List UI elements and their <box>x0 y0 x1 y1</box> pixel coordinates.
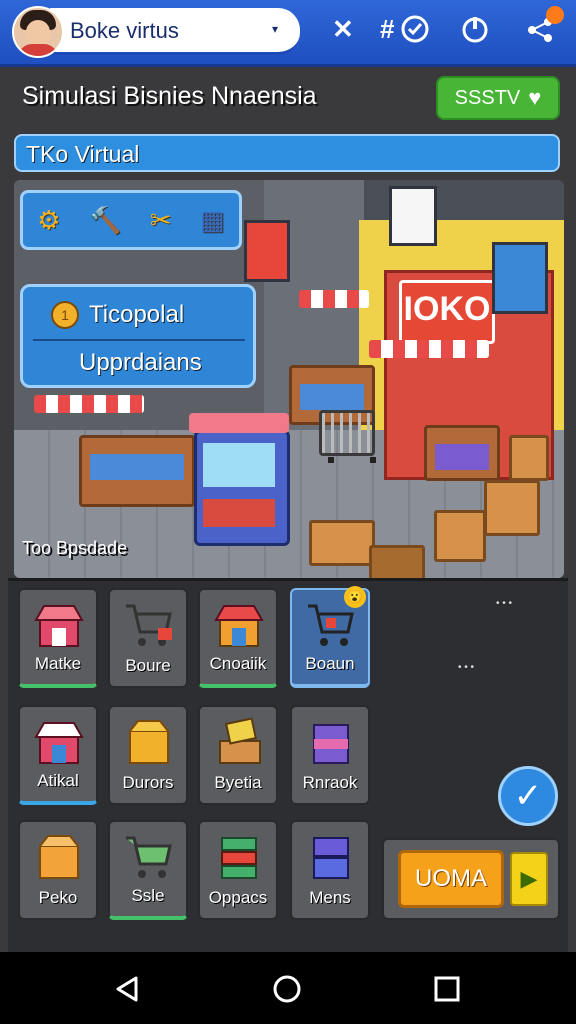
divider <box>33 339 245 341</box>
inventory-tile[interactable]: Atikal <box>18 705 98 805</box>
inventory-tile[interactable]: Boure <box>108 588 188 688</box>
inventory-tile[interactable]: Durors <box>108 705 188 805</box>
counter[interactable] <box>79 435 195 507</box>
clock-check-icon[interactable] <box>400 14 430 44</box>
sparkle-dots: • • • <box>458 662 475 673</box>
crate[interactable] <box>369 545 425 578</box>
poster <box>389 186 437 246</box>
crate[interactable] <box>309 520 375 566</box>
shop-name-bar[interactable]: TKo Virtual <box>14 134 560 172</box>
menu-item-label: Ticopolal <box>89 301 185 328</box>
poster <box>244 220 290 282</box>
calculator-icon[interactable]: ▦ <box>200 205 225 236</box>
scene-caption: Too Bpsdade <box>22 538 128 558</box>
stacked-boxes-icon <box>221 837 257 879</box>
tools-panel: ⚙ 🔨 ✂ ▦ <box>20 190 242 250</box>
top-bar: Boke virtus ▾ ✕ # <box>0 0 576 67</box>
tile-label: Cnoaiik <box>209 654 267 673</box>
tile-label: Durors <box>122 773 174 792</box>
inventory-tile[interactable]: Ssle <box>108 820 188 920</box>
shop-name: TKo Virtual <box>26 141 140 167</box>
menu-item-1[interactable]: 1 Ticopolal <box>23 293 253 337</box>
status-button[interactable]: SSSTV ♥ <box>436 76 560 120</box>
power-icon[interactable] <box>460 14 490 44</box>
shop-icon <box>214 605 264 647</box>
profile-name: Boke virtus <box>70 18 179 43</box>
stacked-boxes-icon <box>313 837 349 879</box>
hash-icon[interactable]: # <box>380 14 394 45</box>
surprised-badge-icon: 😮 <box>344 586 366 608</box>
counter[interactable] <box>424 425 500 481</box>
tile-label: Oppacs <box>208 888 268 907</box>
awning <box>34 395 144 413</box>
profile-name-pill[interactable]: Boke virtus ▾ <box>50 8 300 55</box>
shop-icon <box>34 722 84 764</box>
display-rack <box>492 242 548 314</box>
tile-label: Peko <box>38 888 78 907</box>
notification-dot <box>546 6 564 24</box>
crate[interactable] <box>484 480 540 536</box>
close-icon[interactable]: ✕ <box>332 14 354 45</box>
awning <box>299 290 369 308</box>
crate-icon <box>313 724 349 764</box>
chevron-down-icon[interactable]: ▾ <box>272 22 278 36</box>
tile-label: Rnraok <box>302 773 358 792</box>
tile-label: Ssle <box>131 886 165 905</box>
inventory-tile[interactable]: Matke <box>18 588 98 688</box>
scissors-icon[interactable]: ✂ <box>150 205 172 236</box>
tile-label: Byetia <box>214 773 262 792</box>
cart-icon <box>308 604 354 646</box>
tile-label: Matke <box>34 654 82 673</box>
confirm-button[interactable]: ✓ <box>498 766 558 826</box>
crate[interactable] <box>509 435 549 481</box>
status-label: SSSTV <box>454 86 521 109</box>
menu-item-2[interactable]: Upprdaians <box>79 349 202 377</box>
menu-panel: 1 Ticopolal Upprdaians <box>20 284 256 388</box>
page-title: Simulasi Bisnies Nnaensia <box>22 82 317 110</box>
inventory-tile[interactable]: Rnraok <box>290 705 370 805</box>
awning <box>369 340 489 358</box>
shop-icon <box>34 605 84 647</box>
avatar[interactable] <box>12 6 64 58</box>
heart-icon: ♥ <box>528 85 542 110</box>
play-icon[interactable]: ▶ <box>510 852 548 906</box>
box-icon <box>129 720 169 764</box>
inventory-tile[interactable]: Byetia <box>198 705 278 805</box>
inventory-tile[interactable]: Peko <box>18 820 98 920</box>
tile-label: Atikal <box>37 771 79 790</box>
box-icon <box>39 835 79 879</box>
register-icon <box>219 717 261 764</box>
action-panel: UOMA ▶ <box>382 838 560 920</box>
home-icon[interactable] <box>272 974 302 1004</box>
sparkle-dots: • • • <box>496 598 513 609</box>
inventory-tile[interactable]: Oppacs <box>198 820 278 920</box>
tile-label: Boaun <box>305 654 355 673</box>
cart-icon <box>126 604 172 646</box>
crate[interactable] <box>434 510 486 562</box>
inventory-tile[interactable]: Mens <box>290 820 370 920</box>
cart-icon <box>126 836 172 878</box>
back-icon[interactable] <box>112 974 142 1004</box>
action-button[interactable]: UOMA <box>398 850 504 908</box>
gear-icon[interactable]: ⚙ <box>37 205 60 236</box>
shop-sign: IOKO <box>399 280 495 344</box>
tile-label: Mens <box>309 888 351 907</box>
shopping-cart[interactable] <box>319 410 376 463</box>
system-nav-bar <box>0 952 576 1024</box>
recent-apps-icon[interactable] <box>432 974 462 1004</box>
coin-icon: 1 <box>51 301 79 329</box>
inventory-tile[interactable]: Cnoaiik <box>198 588 278 688</box>
tile-label: Boure <box>125 656 171 675</box>
hammer-icon[interactable]: 🔨 <box>89 205 121 236</box>
vendor-cart[interactable] <box>189 413 290 546</box>
